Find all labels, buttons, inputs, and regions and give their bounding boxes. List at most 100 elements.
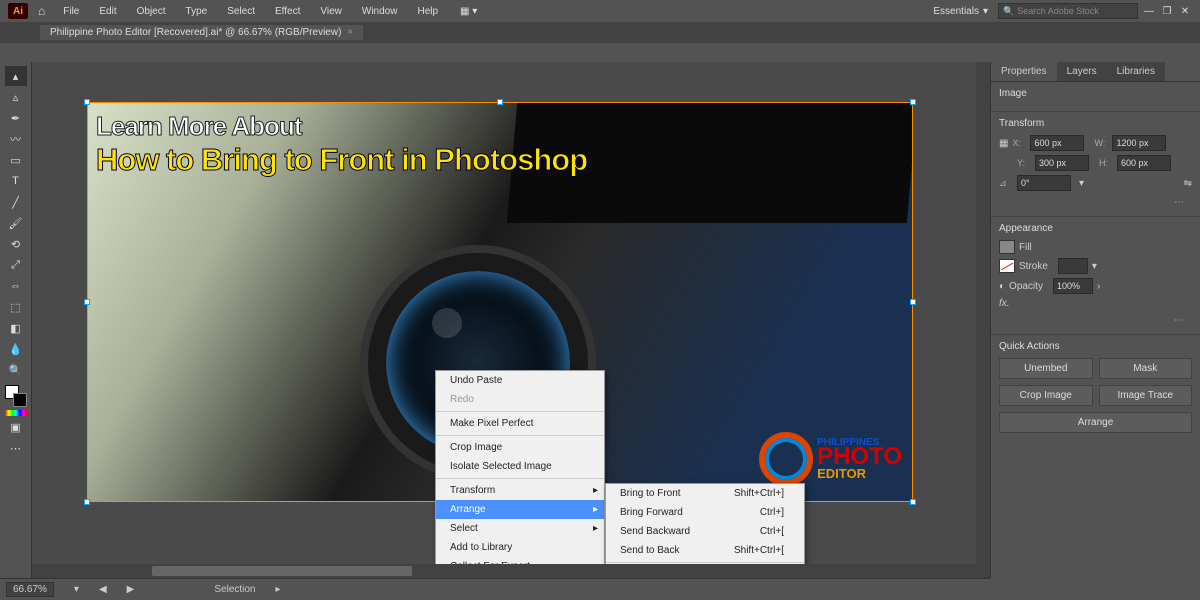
document-tabbar: Philippine Photo Editor [Recovered].ai* … <box>0 22 1200 42</box>
crop-image-button[interactable]: Crop Image <box>999 385 1093 406</box>
close-tab-icon[interactable]: × <box>347 27 353 38</box>
arrange-button[interactable]: Arrange <box>999 412 1192 433</box>
menu-edit[interactable]: Edit <box>91 4 124 19</box>
ctx-send-to-back[interactable]: Send to BackShift+Ctrl+[ <box>606 541 804 560</box>
quick-actions-title: Quick Actions <box>999 341 1192 352</box>
opacity-icon: ◐ <box>999 281 1005 292</box>
tab-layers[interactable]: Layers <box>1057 62 1107 81</box>
opacity-label: Opacity <box>1009 281 1043 292</box>
x-input[interactable]: 600 px <box>1030 135 1084 151</box>
fill-label: Fill <box>1019 242 1032 253</box>
fill-swatch[interactable] <box>999 240 1015 254</box>
direct-selection-tool[interactable]: ▵ <box>5 87 27 107</box>
workspace-switcher[interactable]: Essentials▾ <box>927 4 994 19</box>
y-input[interactable]: 300 px <box>1035 155 1089 171</box>
menu-view[interactable]: View <box>312 4 350 19</box>
ctx-transform[interactable]: Transform <box>436 481 604 500</box>
ctx-arrange[interactable]: Arrange <box>436 500 604 519</box>
gradient-tool[interactable]: ◧ <box>5 318 27 338</box>
control-bar <box>0 42 1200 62</box>
scrollbar-horizontal[interactable] <box>32 564 990 578</box>
transform-title: Transform <box>999 118 1192 129</box>
stroke-swatch[interactable] <box>999 259 1015 273</box>
ctx-make-pixel-perfect[interactable]: Make Pixel Perfect <box>436 414 604 433</box>
eyedropper-tool[interactable]: 💧 <box>5 339 27 359</box>
arrange-docs-icon[interactable]: ▦ ▾ <box>460 6 477 17</box>
object-type-label: Image <box>999 88 1192 99</box>
ctx-bring-to-front[interactable]: Bring to FrontShift+Ctrl+] <box>606 484 804 503</box>
h-input[interactable]: 600 px <box>1117 155 1171 171</box>
mask-button[interactable]: Mask <box>1099 358 1193 379</box>
stroke-label: Stroke <box>1019 261 1048 272</box>
image-trace-button[interactable]: Image Trace <box>1099 385 1193 406</box>
home-icon[interactable]: ⌂ <box>38 4 45 18</box>
status-tool: Selection <box>214 584 255 595</box>
shape-builder-tool[interactable]: ⬚ <box>5 297 27 317</box>
document-tab-title: Philippine Photo Editor [Recovered].ai* … <box>50 27 341 38</box>
zoom-field[interactable]: 66.67% <box>6 582 54 597</box>
zoom-tool[interactable]: 🔍 <box>5 360 27 380</box>
ctx-send-backward[interactable]: Send BackwardCtrl+[ <box>606 522 804 541</box>
toolbox: ▴ ▵ ✒ 〰 ▭ T ╱ 🖌 ⟲ ⤢ ⇔ ⬚ ◧ 💧 🔍 ▣ ⋯ <box>0 62 32 578</box>
headline-text: Learn More About How to Bring to Front i… <box>96 111 587 178</box>
app-logo: Ai <box>8 3 28 19</box>
rotate-input[interactable]: 0° <box>1017 175 1071 191</box>
menu-select[interactable]: Select <box>219 4 263 19</box>
menu-type[interactable]: Type <box>178 4 216 19</box>
nav-prev-icon[interactable]: ◀ <box>99 584 107 595</box>
ctx-select[interactable]: Select <box>436 519 604 538</box>
statusbar: 66.67% ▾ ◀ ▶ Selection ▸ <box>0 578 990 600</box>
ctx-undo-paste[interactable]: Undo Paste <box>436 371 604 390</box>
w-input[interactable]: 1200 px <box>1112 135 1166 151</box>
edit-toolbar[interactable]: ⋯ <box>5 438 27 458</box>
menu-effect[interactable]: Effect <box>267 4 308 19</box>
menu-object[interactable]: Object <box>129 4 174 19</box>
ctx-crop-image[interactable]: Crop Image <box>436 438 604 457</box>
scale-tool[interactable]: ⤢ <box>5 255 27 275</box>
rectangle-tool[interactable]: ▭ <box>5 150 27 170</box>
curvature-tool[interactable]: 〰 <box>5 129 27 149</box>
more-transform-icon[interactable]: ⋯ <box>999 195 1192 210</box>
opacity-arrow-icon[interactable]: › <box>1097 281 1100 292</box>
pen-tool[interactable]: ✒ <box>5 108 27 128</box>
ctx-isolate-selected-image[interactable]: Isolate Selected Image <box>436 457 604 476</box>
menu-window[interactable]: Window <box>354 4 406 19</box>
opacity-input[interactable]: 100% <box>1053 278 1093 294</box>
tab-libraries[interactable]: Libraries <box>1107 62 1165 81</box>
close-icon[interactable]: ✕ <box>1178 6 1192 17</box>
search-icon: 🔍 <box>1003 6 1014 17</box>
chevron-down-icon: ▾ <box>983 6 988 17</box>
rotate-tool[interactable]: ⟲ <box>5 234 27 254</box>
menu-file[interactable]: File <box>55 4 87 19</box>
screen-mode[interactable]: ▣ <box>5 417 27 437</box>
color-well[interactable] <box>5 385 27 407</box>
paintbrush-tool[interactable]: 🖌 <box>5 213 27 233</box>
flip-h-icon[interactable]: ⇋ <box>1184 178 1192 189</box>
unembed-button[interactable]: Unembed <box>999 358 1093 379</box>
restore-icon[interactable]: ❐ <box>1160 6 1174 17</box>
ref-point-icon[interactable]: ▦ <box>999 138 1008 149</box>
ctx-bring-forward[interactable]: Bring ForwardCtrl+] <box>606 503 804 522</box>
menubar: Ai ⌂ File Edit Object Type Select Effect… <box>0 0 1200 22</box>
type-tool[interactable]: T <box>5 171 27 191</box>
fx-icon[interactable]: fx. <box>999 298 1010 309</box>
context-menu: Undo PasteRedo Make Pixel Perfect Crop Ima… <box>435 370 605 596</box>
line-tool[interactable]: ╱ <box>5 192 27 212</box>
search-input[interactable]: 🔍Search Adobe Stock <box>998 3 1138 19</box>
more-appearance-icon[interactable]: ⋯ <box>999 313 1192 328</box>
watermark-logo: PHILIPPINES PHOTO EDITOR <box>759 432 902 486</box>
tab-properties[interactable]: Properties <box>991 62 1057 81</box>
minimize-icon[interactable]: — <box>1142 6 1156 17</box>
ctx-redo[interactable]: Redo <box>436 390 604 409</box>
appearance-title: Appearance <box>999 223 1192 234</box>
ctx-add-to-library[interactable]: Add to Library <box>436 538 604 557</box>
scrollbar-vertical[interactable] <box>976 62 990 564</box>
menu-help[interactable]: Help <box>409 4 446 19</box>
document-tab[interactable]: Philippine Photo Editor [Recovered].ai* … <box>40 25 363 40</box>
properties-panel: Properties Layers Libraries Image Transf… <box>990 62 1200 578</box>
nav-next-icon[interactable]: ▶ <box>127 584 135 595</box>
width-tool[interactable]: ⇔ <box>5 276 27 296</box>
selection-tool[interactable]: ▴ <box>5 66 27 86</box>
stroke-weight-input[interactable] <box>1058 258 1088 274</box>
color-spectrum[interactable] <box>5 410 27 416</box>
